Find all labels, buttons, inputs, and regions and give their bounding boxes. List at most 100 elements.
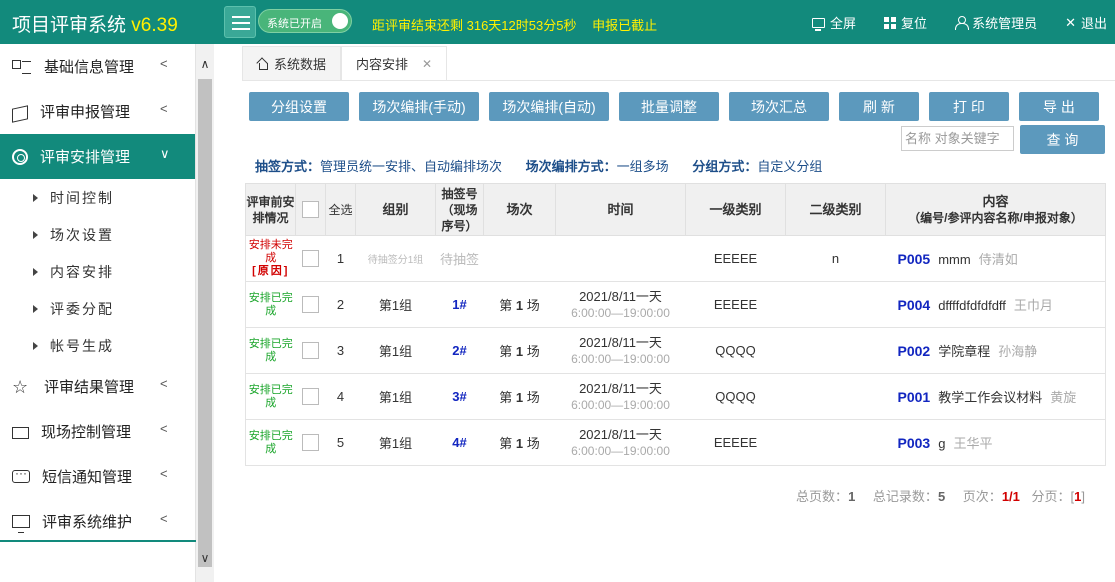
sidebar-item-onsite-control[interactable]: 现场控制管理 <: [0, 409, 195, 454]
logout-label: 退出: [1080, 16, 1107, 31]
menu-toggle-button[interactable]: [224, 6, 256, 38]
draw-mode-value: 管理员统一安排、自动编排场次: [320, 159, 503, 174]
item-code[interactable]: P005: [898, 251, 931, 267]
chevron-down-icon: ∨: [160, 146, 170, 161]
col-content-sub: （编号/参评内容名称/申报对象）: [908, 210, 1083, 225]
tab-bar: 系统数据 内容安排 ✕: [242, 46, 448, 80]
auto-schedule-button[interactable]: 场次编排(自动): [489, 92, 609, 121]
session-summary-button[interactable]: 场次汇总: [729, 92, 829, 121]
chevron-left-icon: <: [160, 376, 168, 391]
row-checkbox[interactable]: [302, 250, 319, 268]
sidebar-item-sms[interactable]: 短信通知管理 <: [0, 454, 195, 499]
query-button[interactable]: 查 询: [1020, 125, 1105, 154]
sidebar-sub-judge-assignment[interactable]: 评委分配: [0, 290, 195, 327]
status-cell: 安排未完成 [原因]: [245, 235, 296, 282]
sidebar-item-maintenance[interactable]: 评审系统维护 <: [0, 499, 195, 544]
top-bar: 项目评审系统 v6.39 系统已开启 距评审结束还剩 316天12时53分5秒 …: [0, 0, 1115, 44]
sidebar-item-application[interactable]: 评审申报管理 <: [0, 89, 195, 134]
batch-adjust-button[interactable]: 批量调整: [619, 92, 719, 121]
session-date: 2021/8/11一天: [579, 380, 662, 396]
col-cat2: 二级类别: [785, 183, 886, 236]
table-row: 安排已完成 2 第1组 1# 第 1 场 2021/8/11一天 6:00:00—…: [245, 281, 1106, 328]
content-cell: P001 教学工作会议材料 黄旋: [885, 373, 1106, 420]
col-time: 时间: [555, 183, 686, 236]
sidebar-sub-session-settings[interactable]: 场次设置: [0, 216, 195, 253]
sidebar-scrollbar[interactable]: ∧ ∨: [196, 44, 214, 582]
session-mode-label: 场次编排方式：: [525, 159, 617, 174]
manual-schedule-button[interactable]: 场次编排(手动): [359, 92, 479, 121]
export-button[interactable]: 导 出: [1019, 92, 1099, 121]
tab-divider: [242, 80, 1115, 81]
row-checkbox[interactable]: [302, 388, 319, 406]
countdown: 距评审结束还剩 316天12时53分5秒 申报已截止: [372, 15, 657, 34]
caret-right-icon: [33, 193, 38, 202]
sidebar-item-basic-info[interactable]: 基础信息管理 <: [0, 44, 195, 89]
tab-content-arrangement[interactable]: 内容安排 ✕: [341, 46, 448, 80]
group-name: 第1组: [378, 390, 413, 405]
reset-button[interactable]: 复位: [884, 13, 927, 32]
user-menu[interactable]: 系统管理员: [955, 13, 1037, 32]
sub-item-label: 内容安排: [50, 263, 114, 280]
tab-label: 系统数据: [274, 57, 327, 72]
time-cell: 2021/8/11一天 6:00:00—19:00:00: [555, 419, 686, 466]
caret-right-icon: [33, 304, 38, 313]
session-suffix: 场: [523, 436, 540, 451]
item-code[interactable]: P001: [898, 389, 931, 405]
scrollbar-thumb[interactable]: [198, 79, 212, 567]
logout-button[interactable]: ✕ 退出: [1065, 13, 1107, 32]
refresh-button[interactable]: 刷 新: [839, 92, 919, 121]
countdown-text: 距评审结束还剩 316天12时53分5秒: [372, 18, 577, 33]
close-icon[interactable]: ✕: [422, 57, 432, 71]
col-group: 组别: [355, 183, 436, 236]
sub-item-label: 时间控制: [50, 189, 114, 206]
sidebar-sub-content-arrangement[interactable]: 内容安排: [0, 253, 195, 290]
cat1-cell: EEEEE: [685, 235, 786, 282]
tab-system-data[interactable]: 系统数据: [242, 46, 342, 80]
select-all-checkbox[interactable]: [302, 201, 319, 219]
list-icon: [12, 58, 32, 76]
close-icon: ✕: [1065, 15, 1076, 30]
print-button[interactable]: 打 印: [929, 92, 1009, 121]
reason-link[interactable]: [原因]: [252, 265, 289, 277]
time-cell: 2021/8/11一天 6:00:00—19:00:00: [555, 373, 686, 420]
session-cell: 第 1 场: [483, 281, 556, 328]
system-open-toggle[interactable]: 系统已开启: [258, 9, 352, 33]
paging-label: 分页：[: [1031, 489, 1075, 504]
scroll-up-icon[interactable]: ∧: [199, 58, 211, 70]
user-name: 系统管理员: [972, 16, 1038, 31]
status-cell: 安排已完成: [245, 327, 296, 374]
item-code[interactable]: P003: [898, 435, 931, 451]
computer-icon: [12, 515, 30, 533]
row-checkbox[interactable]: [302, 434, 319, 452]
cat1-cell: QQQQ: [685, 373, 786, 420]
sidebar-item-label: 评审系统维护: [42, 514, 133, 531]
main-content: 系统数据 内容安排 ✕ 分组设置 场次编排(手动) 场次编排(自动) 批量调整 …: [228, 44, 1115, 582]
search-input[interactable]: [901, 126, 1014, 151]
item-code[interactable]: P002: [898, 343, 931, 359]
group-cell: 待抽签分1组: [355, 235, 436, 282]
session-cell: 第 1 场: [483, 327, 556, 374]
page-value: 1/1: [1001, 489, 1020, 504]
session-suffix: 场: [523, 344, 540, 359]
total-pages-label: 总页数：: [796, 489, 849, 504]
row-checkbox[interactable]: [302, 342, 319, 360]
submission-status: 申报已截止: [592, 18, 658, 33]
table-header-row: 评审前安排情况 全选 组别 抽签号（现场序号） 场次 时间 一级类别 二级类别 …: [245, 183, 1106, 236]
group-mode-label: 分组方式：: [692, 159, 758, 174]
sidebar-sub-account-generation[interactable]: 帐号生成: [0, 327, 195, 364]
status-cell: 安排已完成: [245, 419, 296, 466]
scroll-down-icon[interactable]: ∨: [199, 552, 211, 564]
fullscreen-button[interactable]: 全屏: [812, 13, 856, 32]
chevron-left-icon: <: [160, 56, 168, 71]
draw-cell: 4#: [435, 419, 484, 466]
row-checkbox[interactable]: [302, 296, 319, 314]
sidebar-item-results[interactable]: ☆ 评审结果管理 <: [0, 364, 195, 409]
item-code[interactable]: P004: [898, 297, 931, 313]
arrangement-table: 评审前安排情况 全选 组别 抽签号（现场序号） 场次 时间 一级类别 二级类别 …: [245, 183, 1106, 466]
table-row: 安排已完成 5 第1组 4# 第 1 场 2021/8/11一天 6:00:00—…: [245, 419, 1106, 466]
cat1-cell: QQQQ: [685, 327, 786, 374]
sidebar-sub-time-control[interactable]: 时间控制: [0, 179, 195, 216]
group-settings-button[interactable]: 分组设置: [249, 92, 349, 121]
session-mode-value: 一组多场: [616, 159, 669, 174]
sidebar-item-arrangement[interactable]: 评审安排管理 ∨: [0, 134, 195, 179]
